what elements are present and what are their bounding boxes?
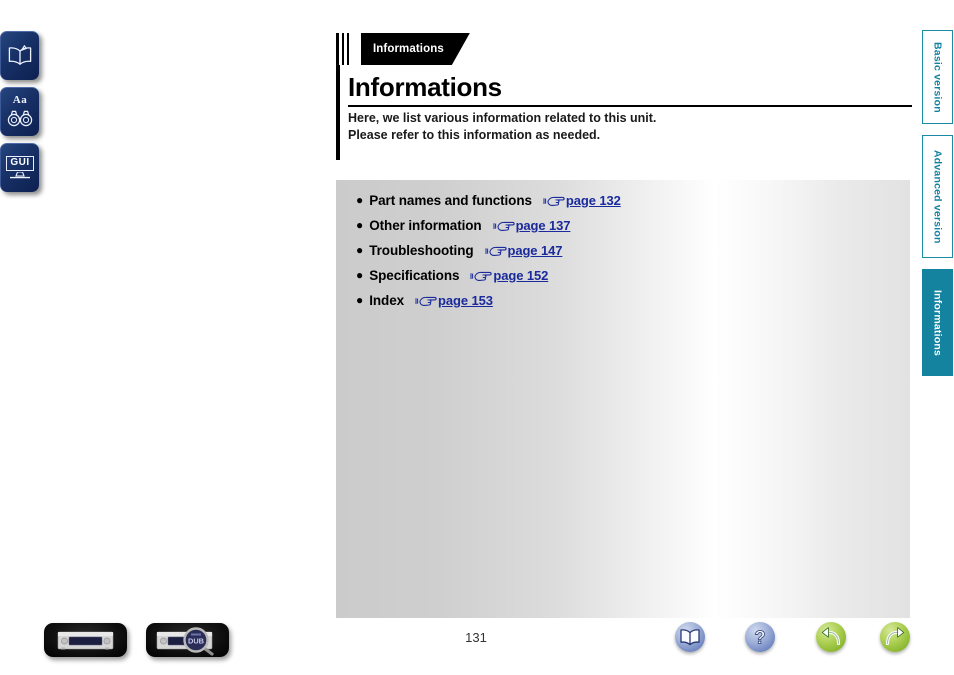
tab-informations-label: Informations <box>931 289 944 356</box>
redo-arrow-icon <box>885 627 905 646</box>
header-left-rule <box>336 65 340 160</box>
open-book-icon <box>680 629 700 646</box>
help-button[interactable]: ? <box>745 622 775 652</box>
page-link[interactable]: page 153 <box>438 293 493 308</box>
page-link[interactable]: page 152 <box>493 268 548 283</box>
section-tab-label: Informations <box>361 33 470 65</box>
device-front-panel-button[interactable] <box>44 623 127 657</box>
pointing-hand-icon <box>470 269 493 287</box>
list-item[interactable]: ● Troubleshooting page 147 <box>356 242 896 267</box>
page-link[interactable]: page 137 <box>516 218 571 233</box>
bullet-icon: ● <box>356 193 364 207</box>
aa-label: Aa <box>12 94 28 106</box>
page-number: 131 <box>465 630 487 645</box>
left-icon-rail: Aa GUI <box>0 31 44 199</box>
list-item[interactable]: ● Specifications page 152 <box>356 267 896 292</box>
svg-text:?: ? <box>755 628 766 648</box>
list-item[interactable]: ● Part names and functions page 132 <box>356 192 896 217</box>
page-title: Informations <box>348 72 502 102</box>
page-content: Informations Informations Here, we list … <box>336 0 912 675</box>
version-tabs: Basic version Advanced version Informati… <box>922 30 954 387</box>
list-item[interactable]: ● Index page 153 <box>356 292 896 317</box>
decorative-bars <box>336 33 349 65</box>
pointing-hand-icon <box>485 244 507 262</box>
pointing-hand-icon <box>415 294 437 312</box>
tab-advanced-version[interactable]: Advanced version <box>922 135 953 258</box>
manual-book-button[interactable] <box>675 622 705 652</box>
gui-label: GUI <box>6 156 34 171</box>
list-item[interactable]: ● Other information page 137 <box>356 217 896 242</box>
intro-paragraph: Here, we list various information relate… <box>348 111 657 142</box>
list-item-label: Troubleshooting <box>369 243 474 258</box>
page-link[interactable]: page 147 <box>508 243 563 258</box>
bar-3 <box>347 33 349 65</box>
bar-1 <box>336 33 339 65</box>
content-panel: ● Part names and functions page 132 ● Ot… <box>336 180 910 618</box>
forward-button[interactable] <box>880 622 910 652</box>
footer: DUB 131 ? <box>0 618 954 675</box>
page-link[interactable]: page 132 <box>566 193 621 208</box>
tab-advanced-version-label: Advanced version <box>931 149 944 244</box>
dub-label: DUB <box>188 636 204 645</box>
list-item-label: Specifications <box>369 268 460 283</box>
gui-monitor-icon: GUI <box>6 156 34 180</box>
bar-2 <box>342 33 344 65</box>
tab-basic-version[interactable]: Basic version <box>922 30 953 124</box>
device-display-zoom-button[interactable]: DUB <box>146 623 229 657</box>
tab-basic-version-label: Basic version <box>931 41 944 113</box>
back-button[interactable] <box>816 622 846 652</box>
open-book-icon <box>7 45 33 67</box>
title-underline <box>348 105 912 107</box>
pointing-hand-icon <box>493 219 515 237</box>
binoculars-icon <box>6 110 34 127</box>
tab-informations[interactable]: Informations <box>922 269 953 376</box>
list-item-label: Other information <box>369 218 482 233</box>
question-mark-icon: ? <box>754 627 766 648</box>
open-book-icon-button[interactable] <box>0 31 39 80</box>
informations-link-list: ● Part names and functions page 132 ● Ot… <box>356 192 896 317</box>
bullet-icon: ● <box>356 218 364 232</box>
bullet-icon: ● <box>356 268 364 282</box>
magnify-text-icon-button[interactable]: Aa <box>0 87 39 136</box>
pointing-hand-icon <box>543 194 565 212</box>
bullet-icon: ● <box>356 243 364 257</box>
list-item-label: Index <box>369 293 405 308</box>
gui-icon-button[interactable]: GUI <box>0 143 39 192</box>
bullet-icon: ● <box>356 293 364 307</box>
undo-arrow-icon <box>821 627 841 646</box>
list-item-label: Part names and functions <box>369 193 532 208</box>
page-header: Informations Informations Here, we list … <box>336 0 912 160</box>
